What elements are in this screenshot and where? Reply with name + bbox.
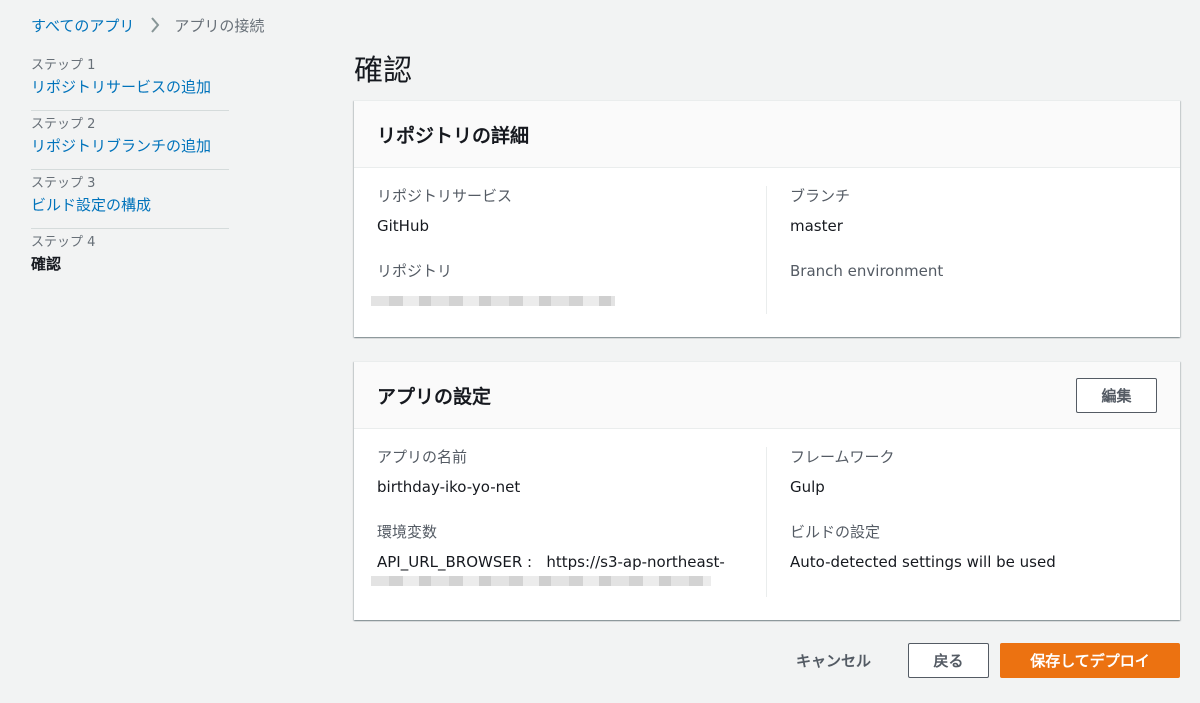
- edit-button[interactable]: 編集: [1076, 377, 1157, 413]
- step-number: ステップ 3: [31, 176, 96, 191]
- field-value: birthday-iko-yo-net: [377, 478, 521, 496]
- wizard-actions: キャンセル 戻る 保存してデプロイ: [796, 643, 1180, 678]
- repository-details-panel: リポジトリの詳細 リポジトリサービス GitHub リポジトリ ブランチ mas…: [354, 100, 1180, 337]
- app-settings-panel: アプリの設定 編集 アプリの名前 birthday-iko-yo-net 環境変…: [354, 361, 1180, 620]
- breadcrumb-all-apps-link[interactable]: すべてのアプリ: [31, 15, 134, 36]
- right-column: フレームワーク Gulp ビルドの設定 Auto-detected settin…: [767, 447, 1180, 586]
- app-name-field: アプリの名前 birthday-iko-yo-net: [377, 447, 767, 497]
- field-label: リポジトリサービス: [377, 187, 513, 205]
- field-label: フレームワーク: [790, 448, 895, 466]
- wizard-steps: ステップ 1 リポジトリサービスの追加 ステップ 2 リポジトリブランチの追加 …: [31, 52, 229, 287]
- wizard-step-2: ステップ 2 リポジトリブランチの追加: [31, 111, 229, 170]
- redacted-value: [371, 296, 615, 306]
- step-current-review: 確認: [31, 255, 62, 273]
- step-link-add-repo-service[interactable]: リポジトリサービスの追加: [31, 77, 229, 98]
- left-column: アプリの名前 birthday-iko-yo-net 環境変数 API_URL_…: [354, 447, 767, 586]
- field-value: API_URL_BROWSER : https://s3-ap-northeas…: [377, 553, 725, 571]
- framework-field: フレームワーク Gulp: [790, 447, 1180, 497]
- field-label: ビルドの設定: [790, 523, 881, 541]
- field-value: GitHub: [377, 217, 429, 235]
- build-settings-field: ビルドの設定 Auto-detected settings will be us…: [790, 522, 1180, 572]
- step-number: ステップ 1: [31, 58, 96, 73]
- field-label: リポジトリ: [377, 262, 453, 280]
- step-link-build-settings[interactable]: ビルド設定の構成: [31, 195, 229, 216]
- breadcrumb-current: アプリの接続: [174, 16, 265, 35]
- step-number: ステップ 4: [31, 235, 96, 250]
- field-label: 環境変数: [377, 523, 438, 541]
- cancel-button[interactable]: キャンセル: [796, 650, 871, 671]
- env-vars-field: 環境変数 API_URL_BROWSER : https://s3-ap-nor…: [371, 522, 767, 586]
- panel-header: アプリの設定 編集: [354, 362, 1180, 429]
- column-divider: [766, 186, 767, 314]
- save-and-deploy-button[interactable]: 保存してデプロイ: [1000, 643, 1180, 678]
- wizard-step-4: ステップ 4 確認: [31, 229, 229, 287]
- field-value: Gulp: [790, 478, 825, 496]
- redacted-value: [371, 576, 711, 586]
- field-value: Auto-detected settings will be used: [790, 553, 1056, 571]
- field-label: Branch environment: [790, 262, 944, 280]
- field-label: アプリの名前: [377, 448, 468, 466]
- field-value: master: [790, 217, 843, 235]
- step-link-add-repo-branch[interactable]: リポジトリブランチの追加: [31, 136, 229, 157]
- panel-title: リポジトリの詳細: [377, 124, 530, 147]
- column-divider: [766, 447, 767, 597]
- left-column: リポジトリサービス GitHub リポジトリ: [354, 186, 767, 306]
- right-column: ブランチ master Branch environment: [767, 186, 1180, 306]
- branch-environment-field: Branch environment: [790, 261, 1180, 281]
- repo-service-field: リポジトリサービス GitHub: [377, 186, 767, 236]
- chevron-right-icon: [150, 17, 160, 33]
- repository-field: リポジトリ: [371, 261, 767, 306]
- panel-body: アプリの名前 birthday-iko-yo-net 環境変数 API_URL_…: [354, 429, 1180, 597]
- panel-header: リポジトリの詳細: [354, 101, 1180, 168]
- panel-body: リポジトリサービス GitHub リポジトリ ブランチ master Branc…: [354, 168, 1180, 314]
- branch-field: ブランチ master: [790, 186, 1180, 236]
- back-button[interactable]: 戻る: [908, 643, 989, 678]
- breadcrumb: すべてのアプリ アプリの接続: [31, 14, 264, 36]
- wizard-step-3: ステップ 3 ビルド設定の構成: [31, 170, 229, 229]
- step-number: ステップ 2: [31, 117, 96, 132]
- field-label: ブランチ: [790, 187, 851, 205]
- panel-title: アプリの設定: [377, 385, 492, 408]
- wizard-step-1: ステップ 1 リポジトリサービスの追加: [31, 52, 229, 111]
- page-title: 確認: [354, 53, 413, 87]
